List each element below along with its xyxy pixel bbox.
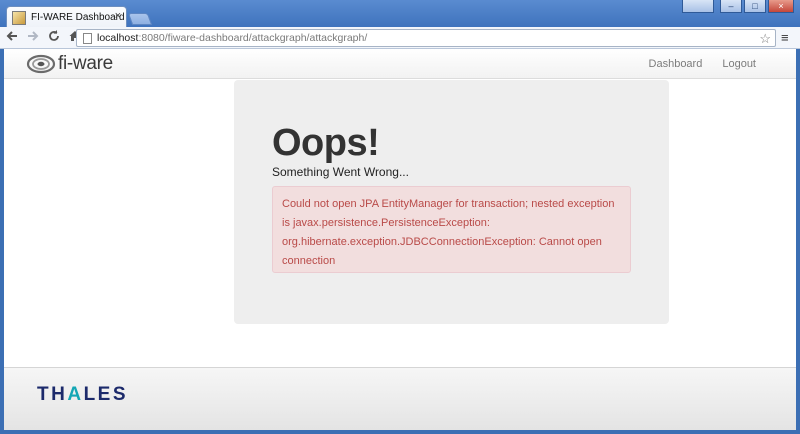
reload-icon[interactable]: [45, 29, 63, 47]
back-arrow-icon[interactable]: [3, 29, 21, 47]
address-bar[interactable]: localhost:8080/fiware-dashboard/attackgr…: [76, 29, 776, 47]
error-alert: Could not open JPA EntityManager for tra…: [272, 186, 631, 273]
browser-toolbar: localhost:8080/fiware-dashboard/attackgr…: [0, 27, 800, 49]
page-icon: [83, 32, 92, 44]
thales-logo-accent: A: [67, 384, 84, 405]
url-path: :8080/fiware-dashboard/attackgraph/attac…: [138, 32, 368, 44]
new-tab-button[interactable]: [127, 13, 153, 25]
brand-name: fi-ware: [58, 53, 113, 74]
nav-link-logout[interactable]: Logout: [722, 58, 756, 70]
star-icon[interactable]: ☆: [759, 30, 771, 47]
url-host: localhost: [97, 32, 139, 44]
error-panel: Oops! Something Went Wrong... Could not …: [234, 80, 669, 324]
site-footer: THALES: [4, 367, 796, 430]
browser-tab[interactable]: FI-WARE Dashboard ×: [6, 6, 127, 28]
site-navbar: fi-ware Dashboard Logout: [4, 49, 796, 79]
nav-link-dashboard[interactable]: Dashboard: [649, 58, 703, 70]
minimize-button[interactable]: –: [720, 0, 742, 13]
thales-logo: THALES: [37, 384, 128, 406]
close-window-button[interactable]: ×: [768, 0, 794, 13]
tab-close-icon[interactable]: ×: [115, 10, 121, 22]
title-bar: FI-WARE Dashboard × – □ ×: [0, 0, 800, 28]
window-controls: – □ ×: [682, 0, 794, 13]
thales-logo-text: THALES: [37, 384, 129, 405]
tab-title: FI-WARE Dashboard: [31, 12, 125, 23]
fiware-logo-icon: [26, 54, 56, 74]
maximize-button[interactable]: □: [744, 0, 766, 13]
brand[interactable]: fi-ware: [26, 52, 113, 76]
menu-icon[interactable]: ≡: [781, 29, 789, 47]
nav-links: Dashboard Logout: [649, 49, 756, 79]
favicon-icon: [12, 10, 26, 25]
page-viewport: fi-ware Dashboard Logout Oops! Something…: [4, 49, 796, 430]
forward-arrow-icon[interactable]: [24, 29, 42, 47]
profile-icon[interactable]: [682, 0, 714, 13]
error-subtitle: Something Went Wrong...: [272, 165, 409, 179]
browser-window: FI-WARE Dashboard × – □ × localhost:8080…: [0, 0, 800, 434]
error-heading: Oops!: [272, 122, 380, 164]
